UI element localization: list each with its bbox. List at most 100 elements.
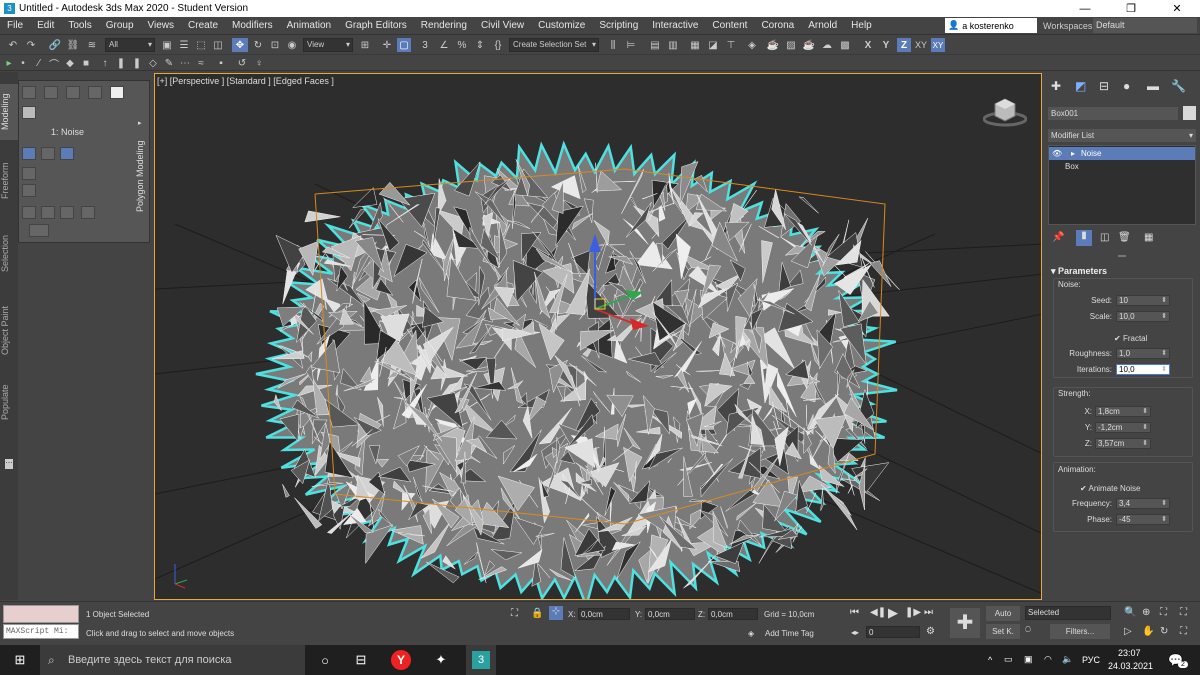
stack-item-box[interactable]: Box bbox=[1049, 160, 1195, 173]
motion-tab-icon[interactable]: ● bbox=[1123, 79, 1130, 93]
edit-named-selection-icon[interactable]: {} bbox=[491, 38, 505, 52]
clock-date[interactable]: 24.03.2021 bbox=[1108, 661, 1153, 671]
utilities-tab-icon[interactable]: 🔧 bbox=[1171, 79, 1186, 93]
bind-space-warp-icon[interactable]: ≋ bbox=[84, 38, 100, 52]
menu-corona[interactable]: Corona bbox=[754, 20, 801, 31]
menu-views[interactable]: Views bbox=[141, 20, 182, 31]
menu-modifiers[interactable]: Modifiers bbox=[225, 20, 280, 31]
3dsmax-taskbar-icon[interactable]: 3 bbox=[466, 645, 496, 675]
polygon-modeling-edit-icon[interactable] bbox=[22, 86, 36, 99]
zoom-extents-all-icon[interactable]: ⛶ bbox=[1180, 607, 1187, 618]
render-setup-icon[interactable]: ☕ bbox=[766, 38, 780, 52]
time-config-icon[interactable]: ⚙ bbox=[926, 626, 935, 637]
yandex-browser-icon[interactable]: Y bbox=[388, 645, 414, 675]
viewport-label[interactable]: [+] [Perspective ] [Standard ] [Edged Fa… bbox=[157, 76, 334, 86]
filters-button[interactable]: Filters... bbox=[1050, 624, 1110, 639]
link-icon[interactable]: 🔗 bbox=[48, 38, 62, 52]
reference-coord-dropdown[interactable]: View bbox=[303, 38, 353, 52]
window-crossing-icon[interactable]: ◫ bbox=[211, 38, 225, 52]
show-end-result-icon[interactable]: ▮ bbox=[1076, 230, 1092, 246]
spacing-icon[interactable]: ≈ bbox=[196, 56, 206, 70]
axis-y-button[interactable]: Y bbox=[880, 38, 892, 52]
go-to-start-icon[interactable]: ⏮ bbox=[850, 607, 859, 618]
rect-selection-icon[interactable]: ⬚ bbox=[194, 38, 208, 52]
key-filters-icon[interactable]: ⍥ bbox=[1025, 625, 1031, 636]
task-view-icon[interactable]: ⊟ bbox=[350, 645, 372, 675]
object-name-field[interactable]: Box001 bbox=[1048, 107, 1178, 120]
windows-start-icon[interactable]: ⊞ bbox=[8, 645, 32, 675]
element-mode-icon[interactable] bbox=[110, 86, 124, 99]
field-of-view-icon[interactable]: ▷ bbox=[1124, 626, 1132, 637]
auto-key-button[interactable]: Auto bbox=[986, 606, 1020, 621]
axis-xy-button[interactable]: XY bbox=[914, 38, 928, 52]
configure-modifier-sets-icon[interactable]: ▦ bbox=[1144, 232, 1153, 243]
spinner-snap-icon[interactable]: ⇕ bbox=[473, 38, 487, 52]
hide-icon[interactable]: ❚ bbox=[116, 56, 126, 70]
menu-tools[interactable]: Tools bbox=[61, 20, 98, 31]
language-indicator[interactable]: РУС bbox=[1082, 655, 1100, 665]
maxscript-listener-mini[interactable] bbox=[3, 605, 79, 623]
menu-arnold[interactable]: Arnold bbox=[801, 20, 844, 31]
zoom-extents-icon[interactable]: ⛶ bbox=[1160, 607, 1167, 618]
menu-customize[interactable]: Customize bbox=[531, 20, 592, 31]
border-icon[interactable]: ⌒ bbox=[48, 56, 60, 71]
seed-spinner[interactable]: 10 bbox=[1116, 295, 1170, 306]
menu-file[interactable]: File bbox=[0, 20, 30, 31]
phase-spinner[interactable]: -45 bbox=[1116, 514, 1170, 525]
pin-stack-icon[interactable] bbox=[60, 147, 74, 160]
pin-stack-icon[interactable]: 📌 bbox=[1052, 232, 1064, 243]
select-place-icon[interactable]: ◉ bbox=[285, 38, 299, 52]
animate-noise-checkbox[interactable]: ✔ Animate Noise bbox=[1080, 484, 1141, 493]
undo-icon[interactable]: ↶ bbox=[6, 38, 20, 52]
keyboard-shortcut-override-icon[interactable]: ▢ bbox=[397, 38, 411, 52]
menu-civil-view[interactable]: Civil View bbox=[474, 20, 531, 31]
menu-group[interactable]: Group bbox=[99, 20, 141, 31]
element-icon[interactable]: ■ bbox=[80, 56, 92, 70]
workspaces-dropdown[interactable]: Default bbox=[1093, 18, 1197, 33]
vertex-icon[interactable]: • bbox=[18, 56, 28, 70]
coord-y-field[interactable]: 0,0cm bbox=[645, 608, 695, 620]
selection-filter-dropdown[interactable]: All bbox=[105, 38, 155, 52]
viewcube-icon[interactable] bbox=[982, 94, 1028, 128]
add-time-tag-button[interactable]: Add Time Tag bbox=[765, 629, 814, 638]
render-production-icon[interactable]: ☕ bbox=[802, 38, 816, 52]
material-editor-icon[interactable]: ◈ bbox=[745, 38, 759, 52]
create-tab-icon[interactable]: ✚ bbox=[1051, 79, 1061, 93]
curve-editor-icon[interactable]: ◪ bbox=[706, 38, 720, 52]
absolute-mode-icon[interactable]: ⊹ bbox=[549, 606, 563, 620]
app-sparkle-icon[interactable]: ✦ bbox=[428, 645, 454, 675]
tab-modeling[interactable]: Modeling bbox=[0, 84, 18, 140]
tab-selection[interactable]: Selection bbox=[0, 228, 18, 278]
toggle-ribbon-icon[interactable]: ▦ bbox=[688, 38, 702, 52]
select-rotate-icon[interactable]: ↻ bbox=[251, 38, 265, 52]
pivot-center-icon[interactable]: ⊞ bbox=[358, 38, 372, 52]
select-manipulate-icon[interactable]: ✛ bbox=[380, 38, 394, 52]
axis-x-button[interactable]: X bbox=[862, 38, 874, 52]
ribbon-options-icon[interactable]: ⋯ bbox=[5, 459, 13, 469]
menu-edit[interactable]: Edit bbox=[30, 20, 61, 31]
eye-icon[interactable]: 👁 bbox=[1052, 147, 1062, 160]
select-scale-icon[interactable]: ⊡ bbox=[268, 38, 282, 52]
angle-snap-icon[interactable]: ∠ bbox=[437, 38, 451, 52]
ribbon-tool-b-icon[interactable] bbox=[22, 184, 36, 197]
object-color-swatch[interactable] bbox=[1183, 106, 1196, 120]
tray-chevron-icon[interactable]: ^ bbox=[988, 655, 992, 665]
tab-freeform[interactable]: Freeform bbox=[0, 156, 18, 206]
menu-content[interactable]: Content bbox=[705, 20, 754, 31]
make-unique-icon[interactable]: ◫ bbox=[1100, 232, 1109, 243]
strength-x-spinner[interactable]: 1,8cm bbox=[1095, 406, 1151, 417]
zoom-icon[interactable]: 🔍 bbox=[1124, 607, 1136, 618]
percent-snap-icon[interactable]: % bbox=[455, 38, 469, 52]
scene-explorer-icon[interactable]: ▤ bbox=[648, 38, 662, 52]
modifier-list-dropdown[interactable]: Modifier List bbox=[1048, 129, 1196, 142]
previous-frame-icon[interactable]: ◀❚ bbox=[870, 607, 886, 618]
play-icon[interactable]: ▶ bbox=[888, 605, 898, 621]
maximize-viewport-icon[interactable]: ⛶ bbox=[1180, 626, 1187, 637]
next-frame-icon[interactable]: ❚▶ bbox=[905, 607, 921, 618]
menu-help[interactable]: Help bbox=[844, 20, 879, 31]
axis-z-button[interactable]: Z bbox=[897, 38, 911, 52]
tab-object-paint[interactable]: Object Paint bbox=[0, 300, 18, 360]
fractal-checkbox[interactable]: ✔ Fractal bbox=[1114, 334, 1147, 343]
taskbar-search[interactable]: ⌕ Введите здесь текст для поиска bbox=[40, 645, 305, 675]
maximize-button[interactable]: ❐ bbox=[1108, 2, 1154, 15]
